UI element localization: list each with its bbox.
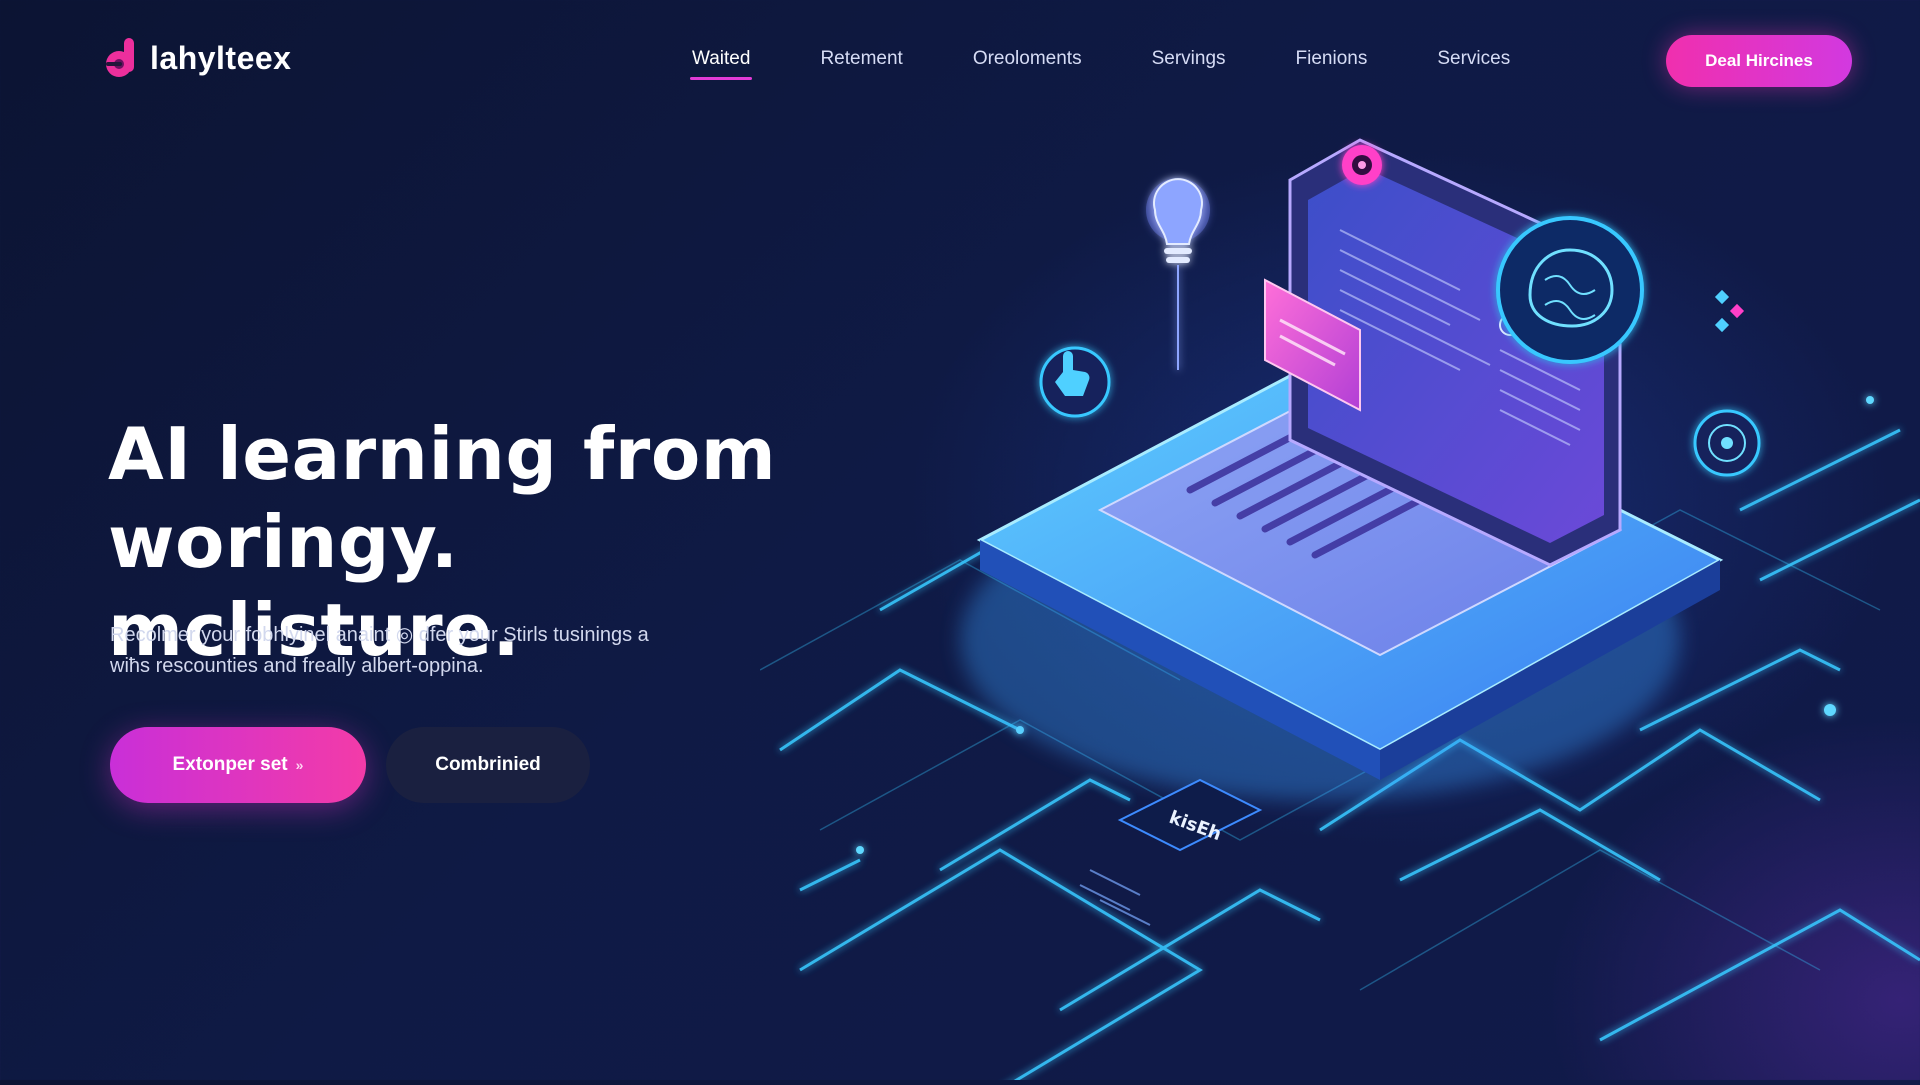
logo-icon	[104, 36, 140, 80]
hero-illustration: kisEh	[759, 110, 1920, 1085]
hero-subtitle-line2: wiħs rescounties and freally albert-oppi…	[110, 655, 484, 677]
hero-subtitle: Recolmer your fobhlyinel anaint ◎ dfer y…	[110, 620, 730, 682]
header-cta-button[interactable]: Deal Hircines	[1666, 35, 1852, 87]
target-icon	[1342, 145, 1382, 185]
nav-link-fienions[interactable]: Fienions	[1296, 48, 1368, 70]
nav-link-retement[interactable]: Retement	[820, 48, 902, 70]
primary-cta-button[interactable]: Extonper set »	[110, 727, 366, 803]
nav-links: Waited Retement Oreoloments Servings Fie…	[689, 48, 1580, 80]
nav-link-servings[interactable]: Servings	[1152, 48, 1226, 70]
pixel-decoration	[1714, 289, 1745, 333]
secondary-cta-button[interactable]: Combrinied	[386, 727, 590, 803]
lightbulb-icon	[1146, 178, 1210, 370]
brain-icon	[1496, 216, 1644, 364]
chevron-right-icon: »	[295, 757, 304, 773]
hero-subtitle-line1: Recolmer your fobhlyinel anaint ◎ dfer y…	[110, 624, 649, 646]
nav-link-services[interactable]: Services	[1437, 48, 1510, 70]
top-navigation: lahylteex Waited Retement Oreoloments Se…	[0, 0, 1920, 124]
hero-title-line1: AI learning from	[108, 412, 777, 496]
brand-logo[interactable]: lahylteex	[104, 36, 291, 80]
pointer-hand-icon	[1039, 346, 1111, 418]
nav-link-oreoloments[interactable]: Oreoloments	[973, 48, 1082, 70]
primary-cta-label: Extonper set	[172, 754, 288, 775]
brand-name: lahylteex	[150, 39, 292, 76]
circuit-dial-icon	[1693, 409, 1761, 477]
nav-link-waited[interactable]: Waited	[689, 48, 753, 80]
